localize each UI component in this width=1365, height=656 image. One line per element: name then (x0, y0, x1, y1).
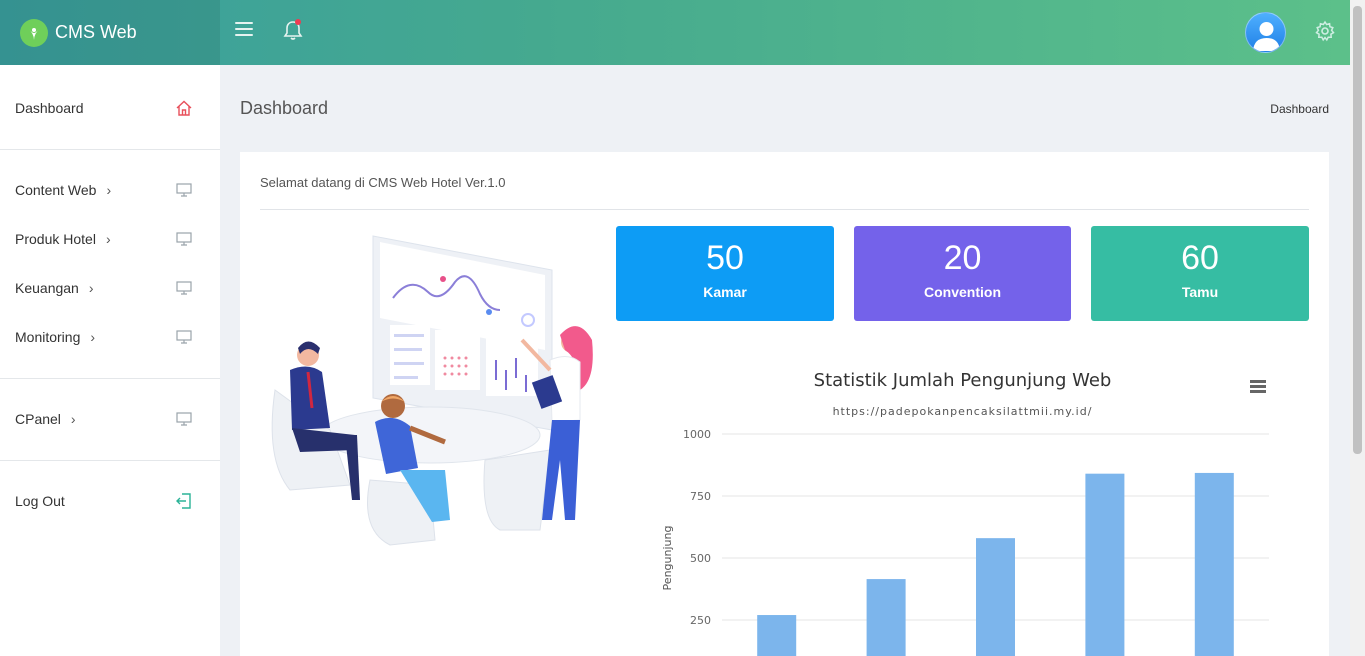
logout-icon (175, 492, 193, 510)
chevron-right-icon: › (88, 280, 94, 296)
welcome-text: Selamat datang di CMS Web Hotel Ver.1.0 (260, 175, 506, 190)
sidebar-item-label: Content Web (15, 182, 97, 198)
monitor-icon (175, 328, 193, 346)
hamburger-icon[interactable] (235, 22, 253, 38)
card-divider (260, 209, 1309, 210)
y-axis-label: Pengunjung (661, 526, 674, 591)
stat-convention[interactable]: 20 Convention (854, 226, 1071, 321)
chart-plot: 250 500 750 1000 Pengunjung (661, 428, 1269, 656)
chevron-right-icon: › (106, 182, 112, 198)
dashboard-card: Selamat datang di CMS Web Hotel Ver.1.0 (240, 152, 1329, 656)
sidebar: Dashboard Content Web › Produk Hotel › K… (0, 65, 220, 656)
sidebar-divider (0, 460, 220, 461)
brand[interactable]: CMS Web (0, 0, 220, 65)
sidebar-item-dashboard[interactable]: Dashboard (0, 90, 220, 126)
page-title: Dashboard (240, 98, 329, 118)
bar (866, 579, 906, 656)
stat-label: Kamar (703, 284, 747, 300)
visitor-chart: Statistik Jumlah Pengunjung Web https://… (616, 346, 1309, 656)
app-title: CMS Web (55, 22, 137, 42)
logo-icon (20, 18, 48, 47)
stat-value: 20 (943, 239, 982, 277)
sidebar-item-label: Monitoring (15, 329, 81, 345)
sidebar-item-label: Produk Hotel (15, 231, 96, 247)
chevron-right-icon: › (105, 231, 111, 247)
sidebar-item-label: Keuangan (15, 280, 79, 296)
y-tick-label: 500 (690, 552, 711, 565)
y-tick-label: 250 (690, 614, 711, 627)
monitor-icon (175, 230, 193, 248)
sidebar-item-keuangan[interactable]: Keuangan › (0, 270, 220, 306)
sidebar-item-label: CPanel (15, 411, 61, 427)
sidebar-item-monitoring[interactable]: Monitoring › (0, 319, 220, 355)
monitor-icon (175, 279, 193, 297)
bar (1085, 473, 1125, 656)
stat-label: Tamu (1181, 284, 1219, 300)
top-header: CMS Web (0, 0, 1350, 65)
sidebar-item-content-web[interactable]: Content Web › (0, 172, 220, 208)
sidebar-item-logout[interactable]: Log Out (0, 483, 220, 519)
bell-icon[interactable] (283, 19, 303, 41)
dashboard-illustration (260, 230, 600, 560)
y-tick-label: 750 (690, 490, 711, 503)
chevron-right-icon: › (70, 411, 76, 427)
sidebar-divider (0, 149, 220, 150)
bar (976, 538, 1015, 656)
y-tick-label: 1000 (683, 428, 711, 441)
chevron-right-icon: › (90, 329, 96, 345)
sidebar-item-cpanel[interactable]: CPanel › (0, 401, 220, 437)
gear-icon[interactable] (1314, 20, 1336, 42)
home-icon (175, 99, 193, 117)
notification-dot (295, 19, 301, 25)
sidebar-item-label: Log Out (15, 493, 65, 509)
sidebar-item-label: Dashboard (15, 100, 84, 116)
bar (757, 615, 797, 656)
user-avatar[interactable] (1245, 12, 1286, 53)
stat-tamu[interactable]: 60 Tamu (1091, 226, 1309, 321)
stat-value: 60 (1181, 239, 1219, 277)
bar (1194, 472, 1234, 656)
breadcrumb[interactable]: Dashboard (1270, 102, 1329, 116)
sidebar-divider (0, 378, 220, 379)
stat-value: 50 (706, 239, 744, 277)
scrollbar-thumb[interactable] (1353, 6, 1362, 454)
monitor-icon (175, 181, 193, 199)
stat-label: Convention (924, 284, 1001, 300)
page-scrollbar[interactable] (1350, 0, 1365, 656)
stat-kamar[interactable]: 50 Kamar (616, 226, 834, 321)
sidebar-item-produk-hotel[interactable]: Produk Hotel › (0, 221, 220, 257)
monitor-icon (175, 410, 193, 428)
